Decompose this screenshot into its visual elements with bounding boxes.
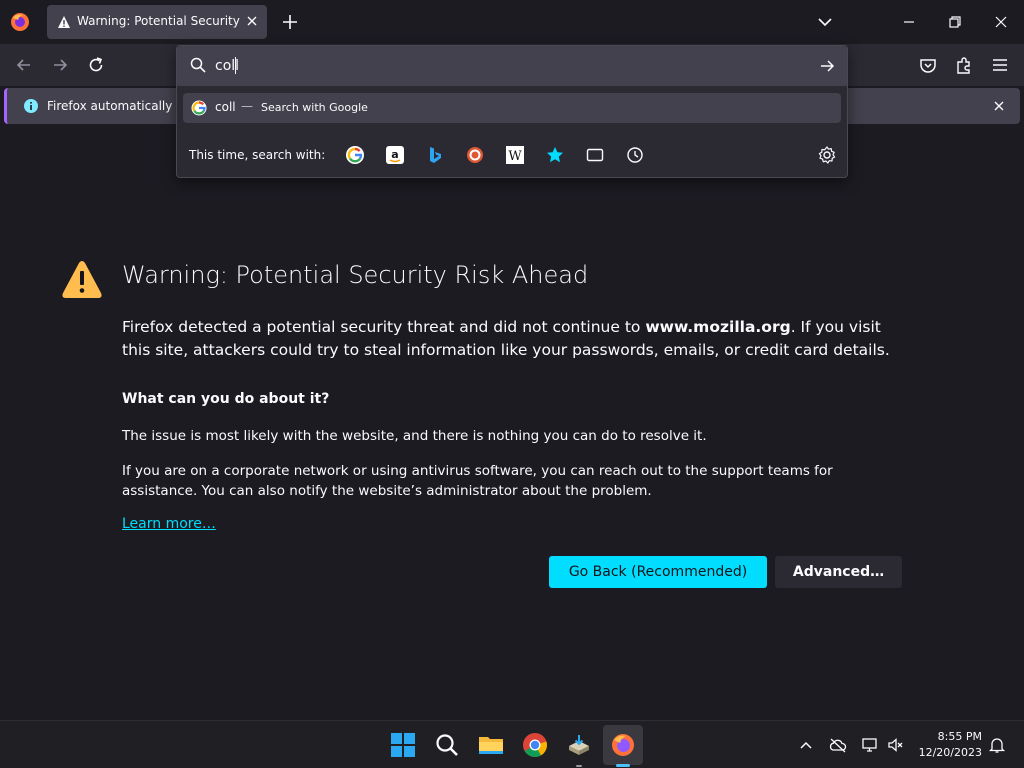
search-icon (190, 57, 206, 73)
extensions-icon[interactable] (954, 55, 974, 75)
error-description-text: Firefox detected a potential security th… (122, 318, 646, 336)
tab-title: Warning: Potential Security Risk Ahead (77, 14, 241, 28)
volume-muted-icon[interactable] (887, 736, 905, 754)
suggestion-term: coll (215, 100, 236, 114)
urlbar-input-row (177, 46, 847, 86)
what-can-you-do-heading: What can you do about it? (122, 391, 330, 407)
reload-icon[interactable] (86, 55, 106, 75)
onedrive-offline-icon[interactable] (829, 736, 847, 754)
pocket-icon[interactable] (918, 55, 938, 75)
suggestion-action: Search with Google (261, 101, 368, 114)
chevron-down-icon[interactable] (816, 13, 834, 31)
notification-bell-icon[interactable] (988, 736, 1006, 754)
running-indicator (576, 765, 582, 767)
urlbar-dropdown: coll — Search with Google This time, sea… (176, 45, 848, 178)
firefox-icon[interactable] (610, 732, 636, 758)
google-icon (191, 100, 207, 116)
svg-text:a: a (391, 148, 398, 161)
notification-text: Firefox automatically sen (47, 99, 198, 113)
clock-time: 8:55 PM (937, 730, 982, 743)
new-tab-icon[interactable] (280, 12, 300, 32)
back-arrow-icon[interactable] (14, 55, 34, 75)
app-installer-icon[interactable] (566, 732, 592, 758)
learn-more-link[interactable]: Learn more… (122, 516, 216, 532)
duckduckgo-icon[interactable] (465, 145, 485, 165)
svg-text:W: W (508, 149, 522, 164)
advanced-button[interactable]: Advanced… (775, 556, 902, 588)
forward-arrow-icon[interactable] (50, 55, 70, 75)
error-description: Firefox detected a potential security th… (122, 316, 912, 362)
amazon-icon[interactable]: a (385, 145, 405, 165)
clock-date: 12/20/2023 (918, 746, 982, 759)
blocked-site-name: www.mozilla.org (645, 318, 791, 336)
windows-start-icon[interactable] (390, 732, 416, 758)
active-app-indicator (616, 764, 630, 767)
wikipedia-icon[interactable]: W (505, 145, 525, 165)
chrome-icon[interactable] (522, 732, 548, 758)
advice-paragraph-1: The issue is most likely with the websit… (122, 428, 707, 444)
history-icon[interactable] (625, 145, 645, 165)
close-icon[interactable] (992, 99, 1006, 113)
close-window-icon[interactable] (992, 13, 1010, 31)
search-suggestion-row[interactable]: coll — Search with Google (183, 93, 841, 123)
close-tab-icon[interactable] (245, 14, 259, 28)
network-icon[interactable] (861, 736, 879, 754)
url-input[interactable] (215, 55, 775, 77)
hamburger-menu-icon[interactable] (990, 55, 1010, 75)
go-arrow-icon[interactable] (818, 57, 836, 75)
system-clock[interactable]: 8:55 PM 12/20/2023 (914, 729, 982, 761)
file-explorer-icon[interactable] (478, 732, 504, 758)
firefox-menu-icon[interactable] (9, 11, 31, 33)
chevron-up-icon[interactable] (797, 736, 815, 754)
error-title: Warning: Potential Security Risk Ahead (122, 261, 589, 289)
restore-icon[interactable] (946, 13, 964, 31)
warning-icon (61, 260, 103, 300)
tab-strip: Warning: Potential Security Risk Ahead (0, 0, 1024, 44)
suggestion-separator: — (241, 99, 253, 113)
warning-icon (57, 15, 71, 29)
google-icon[interactable] (345, 145, 365, 165)
search-with-label: This time, search with: (189, 148, 326, 162)
bing-icon[interactable] (425, 145, 445, 165)
windows-taskbar: 8:55 PM 12/20/2023 (0, 720, 1024, 768)
tabs-icon[interactable] (585, 145, 605, 165)
advice-paragraph-2: If you are on a corporate network or usi… (122, 463, 833, 499)
info-icon (23, 98, 39, 114)
search-icon[interactable] (434, 732, 460, 758)
text-caret (235, 57, 236, 74)
go-back-button[interactable]: Go Back (Recommended) (549, 556, 767, 588)
minimize-icon[interactable] (900, 13, 918, 31)
bookmarks-icon[interactable] (545, 145, 565, 165)
tab-security-warning[interactable]: Warning: Potential Security Risk Ahead (47, 5, 267, 39)
gear-icon[interactable] (817, 145, 837, 165)
